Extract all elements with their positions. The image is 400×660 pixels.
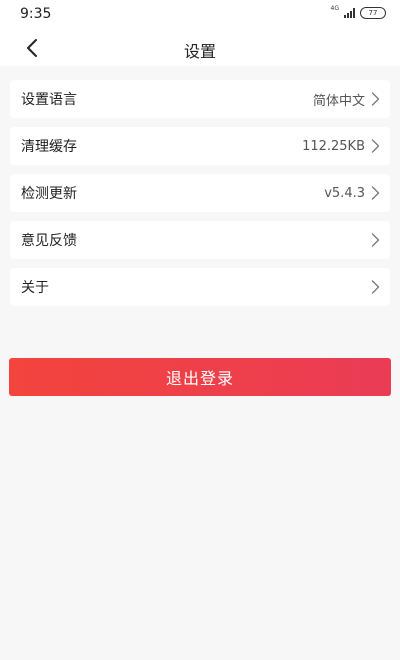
settings-item-label: 关于 [21,280,49,296]
settings-item-about[interactable]: 关于 [10,268,390,306]
nav-bar: 设置 [0,30,400,66]
settings-item-value: 112.25KB [302,138,365,154]
settings-item-label: 清理缓存 [21,139,77,155]
status-bar: 9:35 4G 77 [0,0,400,30]
chevron-right-icon [371,92,380,106]
chevron-right-icon [371,280,380,294]
settings-item-language[interactable]: 设置语言 简体中文 [10,80,390,118]
logout-button[interactable]: 退出登录 [9,358,391,396]
chevron-right-icon [371,139,380,153]
settings-list: 设置语言 简体中文 清理缓存 112.25KB 检测更新 v5.4.3 意见反馈 [10,80,390,315]
settings-item-label: 意见反馈 [21,233,77,249]
settings-item-clear-cache[interactable]: 清理缓存 112.25KB [10,127,390,165]
page-title: 设置 [183,42,216,61]
battery-icon: 77 [360,7,386,19]
settings-item-label: 设置语言 [21,92,77,108]
settings-item-check-update[interactable]: 检测更新 v5.4.3 [10,174,390,212]
status-indicators: 4G 77 [330,5,386,19]
settings-item-value: 简体中文 [312,93,365,109]
status-time: 9:35 [20,6,52,22]
network-type-label: 4G [330,5,339,12]
chevron-right-icon [371,233,380,247]
signal-icon [344,8,355,18]
chevron-right-icon [371,186,380,200]
settings-item-feedback[interactable]: 意见反馈 [10,221,390,259]
settings-item-value: v5.4.3 [324,185,365,201]
settings-item-label: 检测更新 [21,186,77,202]
